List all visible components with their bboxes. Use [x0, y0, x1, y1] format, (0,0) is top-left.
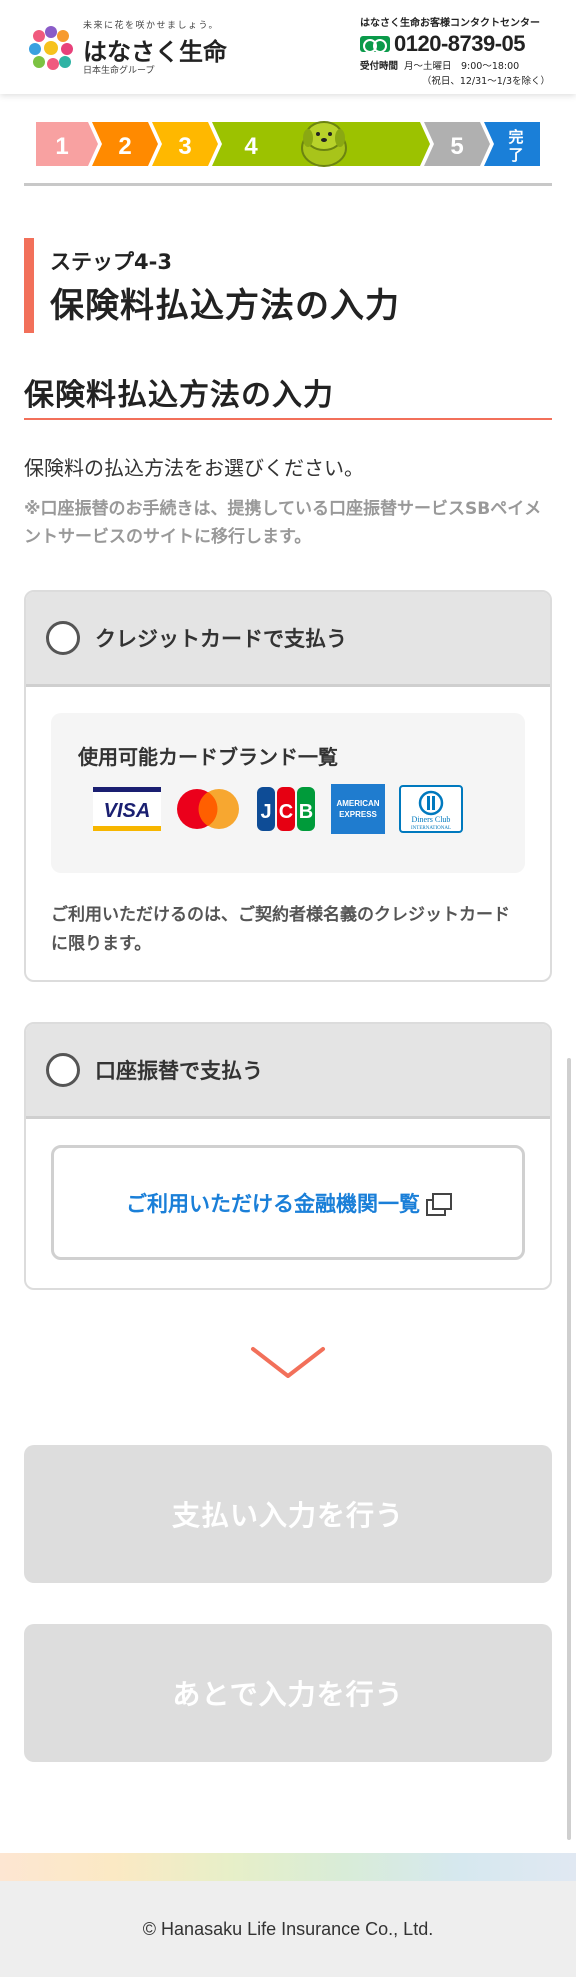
step-label: ステップ4-3: [50, 250, 172, 274]
progress-step-3-label: 3: [178, 133, 191, 160]
jcb-label-j: J: [260, 801, 271, 823]
jcb-icon: J C B: [255, 782, 317, 836]
bank-transfer-option: 口座振替で支払う ご利用いただける金融機関一覧: [24, 1022, 552, 1290]
step-title: 保険料払込方法の入力: [50, 286, 400, 326]
site-header: 未来に花を咲かせましょう。 はなさく生命 日本生命グループ はなさく生命お客様コ…: [0, 0, 576, 94]
contact-phone-row[interactable]: 0120-8739-05: [360, 31, 550, 57]
progress-step-1-label: 1: [55, 133, 68, 160]
visa-label: VISA: [104, 800, 151, 822]
contact-title: はなさく生命お客様コンタクトセンター: [360, 18, 540, 29]
contact-center: はなさく生命お客様コンタクトセンター 0120-8739-05 受付時間 月〜土曜…: [360, 14, 550, 87]
scrollbar-track[interactable]: [567, 1440, 571, 1840]
financial-institutions-link-label: ご利用いただける金融機関一覧: [126, 1191, 420, 1216]
credit-card-note: ご利用いただけるのは、ご契約者様名義のクレジットカードに限ります。: [51, 905, 510, 954]
card-brands-box: 使用可能カードブランド一覧 VISA J C B AMERICAN EXPRES…: [51, 713, 525, 873]
contact-hours-value: 月〜土曜日 9:00〜18:00: [404, 61, 520, 72]
logo-tagline: 未来に花を咲かせましょう。: [83, 21, 219, 31]
hanasaku-logo[interactable]: 未来に花を咲かせましょう。 はなさく生命 日本生命グループ: [25, 18, 245, 78]
lead-text: 保険料の払込方法をお選びください。: [24, 456, 364, 480]
credit-card-option-header[interactable]: クレジットカードで支払う: [26, 592, 550, 687]
step-progress-chevrons: 1 2 3 4 5 完 了: [36, 121, 540, 167]
section-title: 保険料払込方法の入力: [24, 370, 552, 420]
financial-institutions-link[interactable]: ご利用いただける金融機関一覧: [51, 1145, 525, 1260]
chevron-down-icon: [251, 1347, 325, 1378]
card-brands-row: VISA J C B AMERICAN EXPRESS Diners Club …: [93, 782, 525, 836]
bank-transfer-radio[interactable]: [46, 1053, 80, 1087]
contact-hours-label: 受付時間: [360, 61, 399, 72]
diners-icon: Diners Club INTERNATIONAL: [399, 782, 463, 836]
free-dial-icon: [360, 36, 390, 53]
flower-logo-icon: [29, 26, 73, 70]
mascot-dog-icon: [301, 121, 347, 167]
amex-label-bottom: EXPRESS: [339, 810, 377, 819]
diners-label-top: Diners Club: [412, 815, 451, 824]
bank-transfer-option-label: 口座振替で支払う: [95, 1059, 263, 1083]
external-window-icon: [426, 1192, 452, 1216]
step-progress: 1 2 3 4 5 完 了: [24, 116, 552, 186]
progress-step-5-label: 5: [450, 133, 463, 160]
contact-phone-number[interactable]: 0120-8739-05: [394, 31, 526, 57]
progress-step-6-label-a: 完: [508, 128, 523, 146]
amex-label-top: AMERICAN: [336, 799, 379, 808]
progress-step-6-label-b: 了: [508, 146, 523, 164]
scrollbar-thumb[interactable]: [567, 1058, 571, 1483]
logo-group-name: 日本生命グループ: [83, 66, 155, 76]
amex-icon: AMERICAN EXPRESS: [329, 782, 387, 836]
progress-step-2-label: 2: [118, 133, 131, 160]
pay-later-button[interactable]: あとで入力を行う: [24, 1624, 552, 1762]
mastercard-icon: [173, 782, 243, 836]
footer-copyright: © Hanasaku Life Insurance Co., Ltd.: [142, 1918, 434, 1939]
credit-card-option: クレジットカードで支払う 使用可能カードブランド一覧 VISA J C B AM…: [24, 590, 552, 982]
jcb-label-c: C: [279, 801, 293, 823]
progress-step-4-label: 4: [244, 133, 258, 160]
note-text: ※口座振替のお手続きは、提携している口座振替サービスSBペイメントサービスのサイ…: [24, 499, 542, 547]
site-footer: © Hanasaku Life Insurance Co., Ltd.: [0, 1881, 576, 1977]
credit-card-option-label: クレジットカードで支払う: [95, 627, 347, 651]
logo-brand-name: はなさく生命: [83, 38, 227, 66]
credit-card-radio[interactable]: [46, 621, 80, 655]
card-brands-title: 使用可能カードブランド一覧: [78, 745, 338, 769]
diners-label-bottom: INTERNATIONAL: [411, 826, 451, 831]
footer-rainbow-band: [0, 1853, 576, 1881]
contact-hours-note: （祝日、12/31〜1/3を除く）: [421, 76, 550, 87]
pay-now-button[interactable]: 支払い入力を行う: [24, 1445, 552, 1583]
jcb-label-b: B: [299, 801, 313, 823]
step-heading: ステップ4-3 保険料払込方法の入力: [24, 238, 552, 333]
visa-icon: VISA: [93, 782, 161, 836]
bank-transfer-option-header[interactable]: 口座振替で支払う: [26, 1024, 550, 1119]
contact-hours: 受付時間 月〜土曜日 9:00〜18:00: [360, 58, 550, 72]
